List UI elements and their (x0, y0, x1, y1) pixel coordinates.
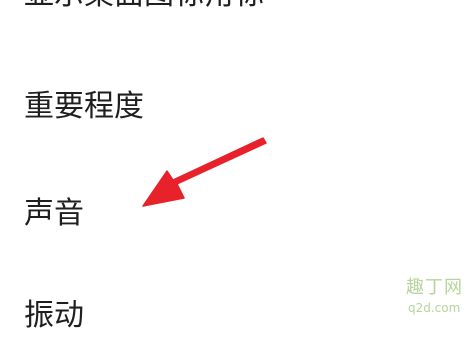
settings-item-sound[interactable]: 声音 (0, 186, 468, 242)
watermark-url: q2d.com (408, 301, 461, 315)
settings-item-label: 显示桌面图标角标 (24, 0, 264, 12)
settings-item-label: 声音 (24, 196, 84, 231)
site-watermark: 趣丁网 q2d.com (392, 278, 468, 321)
settings-item-show-desktop-badge[interactable]: 显示桌面图标角标 (0, 0, 468, 38)
watermark-title: 趣丁网 (406, 277, 463, 298)
settings-item-label: 振动 (24, 298, 84, 333)
notification-settings-list: 显示桌面图标角标 重要程度 声音 振动 (0, 0, 468, 333)
settings-item-label: 重要程度 (24, 89, 144, 124)
settings-item-importance[interactable]: 重要程度 (0, 80, 468, 136)
